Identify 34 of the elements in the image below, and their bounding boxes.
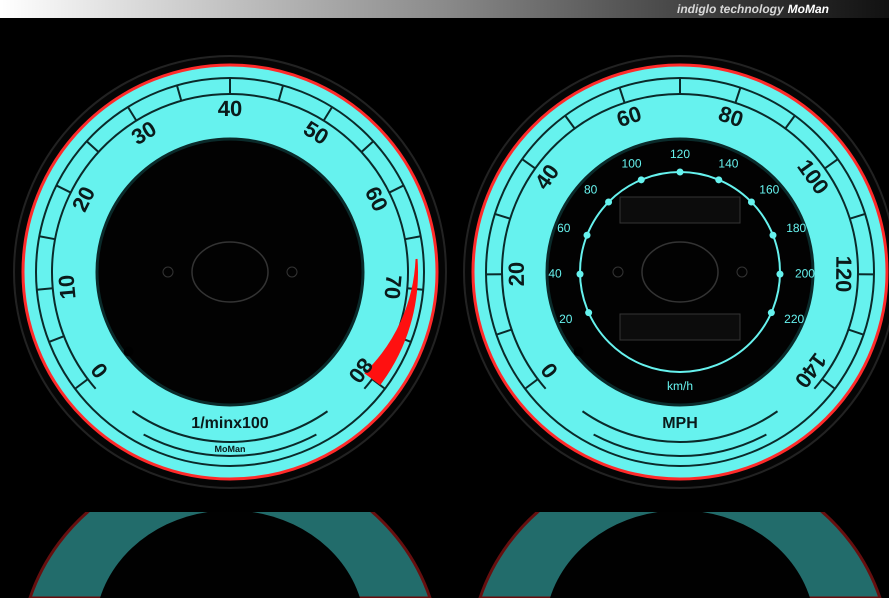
inner-unit-label: km/h [667,379,693,393]
inner-scale-label: 160 [759,182,780,196]
inner-scale-label: 80 [584,182,598,196]
inner-scale-label: 140 [718,156,738,170]
scale-label: 0 [536,358,563,383]
logo-text: MoMan [214,444,246,454]
scale-label: 10 [53,274,81,300]
unit-label: MPH [662,415,698,432]
tagline-text: indiglo technology [677,1,784,18]
inner-scale-label: 60 [557,221,570,236]
scale-label: 70 [379,274,407,300]
inner-scale-label: 100 [622,156,642,170]
scale-label: 120 [830,256,856,293]
inner-scale-label: 200 [794,266,815,281]
inner-scale-label: 20 [559,312,572,326]
scale-label: 40 [218,96,242,121]
scale-label: 100 [792,154,834,199]
scale-label: 20 [504,262,529,286]
scale-label: 50 [299,116,334,150]
scale-label: 60 [360,182,394,216]
scale-label: 30 [126,116,161,150]
inner-scale-label: 220 [784,312,804,326]
scale-label: 80 [343,353,378,388]
scale-label: 0 [86,358,113,383]
inner-scale-label: 180 [786,221,806,236]
logo-text: MoMan [788,1,829,18]
scale-label: 60 [614,100,645,132]
scale-label: 80 [715,100,746,132]
scale-label: 20 [66,182,100,216]
unit-label: 1/minx100 [191,415,269,432]
inner-scale-label: 40 [548,266,562,281]
inner-scale-label: 120 [670,147,690,162]
scale-label: 140 [790,348,832,393]
scale-label: 40 [530,160,564,194]
